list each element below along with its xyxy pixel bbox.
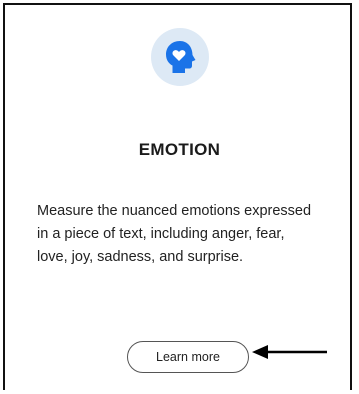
learn-more-button[interactable]: Learn more xyxy=(127,341,249,373)
head-heart-icon xyxy=(166,41,196,73)
card-title: EMOTION xyxy=(138,140,221,159)
emotion-icon-badge xyxy=(151,28,209,86)
emotion-card: EMOTION Measure the nuanced emotions exp… xyxy=(3,3,352,390)
card-description: Measure the nuanced emotions expressed i… xyxy=(37,203,312,265)
left-arrow-icon xyxy=(252,345,327,359)
